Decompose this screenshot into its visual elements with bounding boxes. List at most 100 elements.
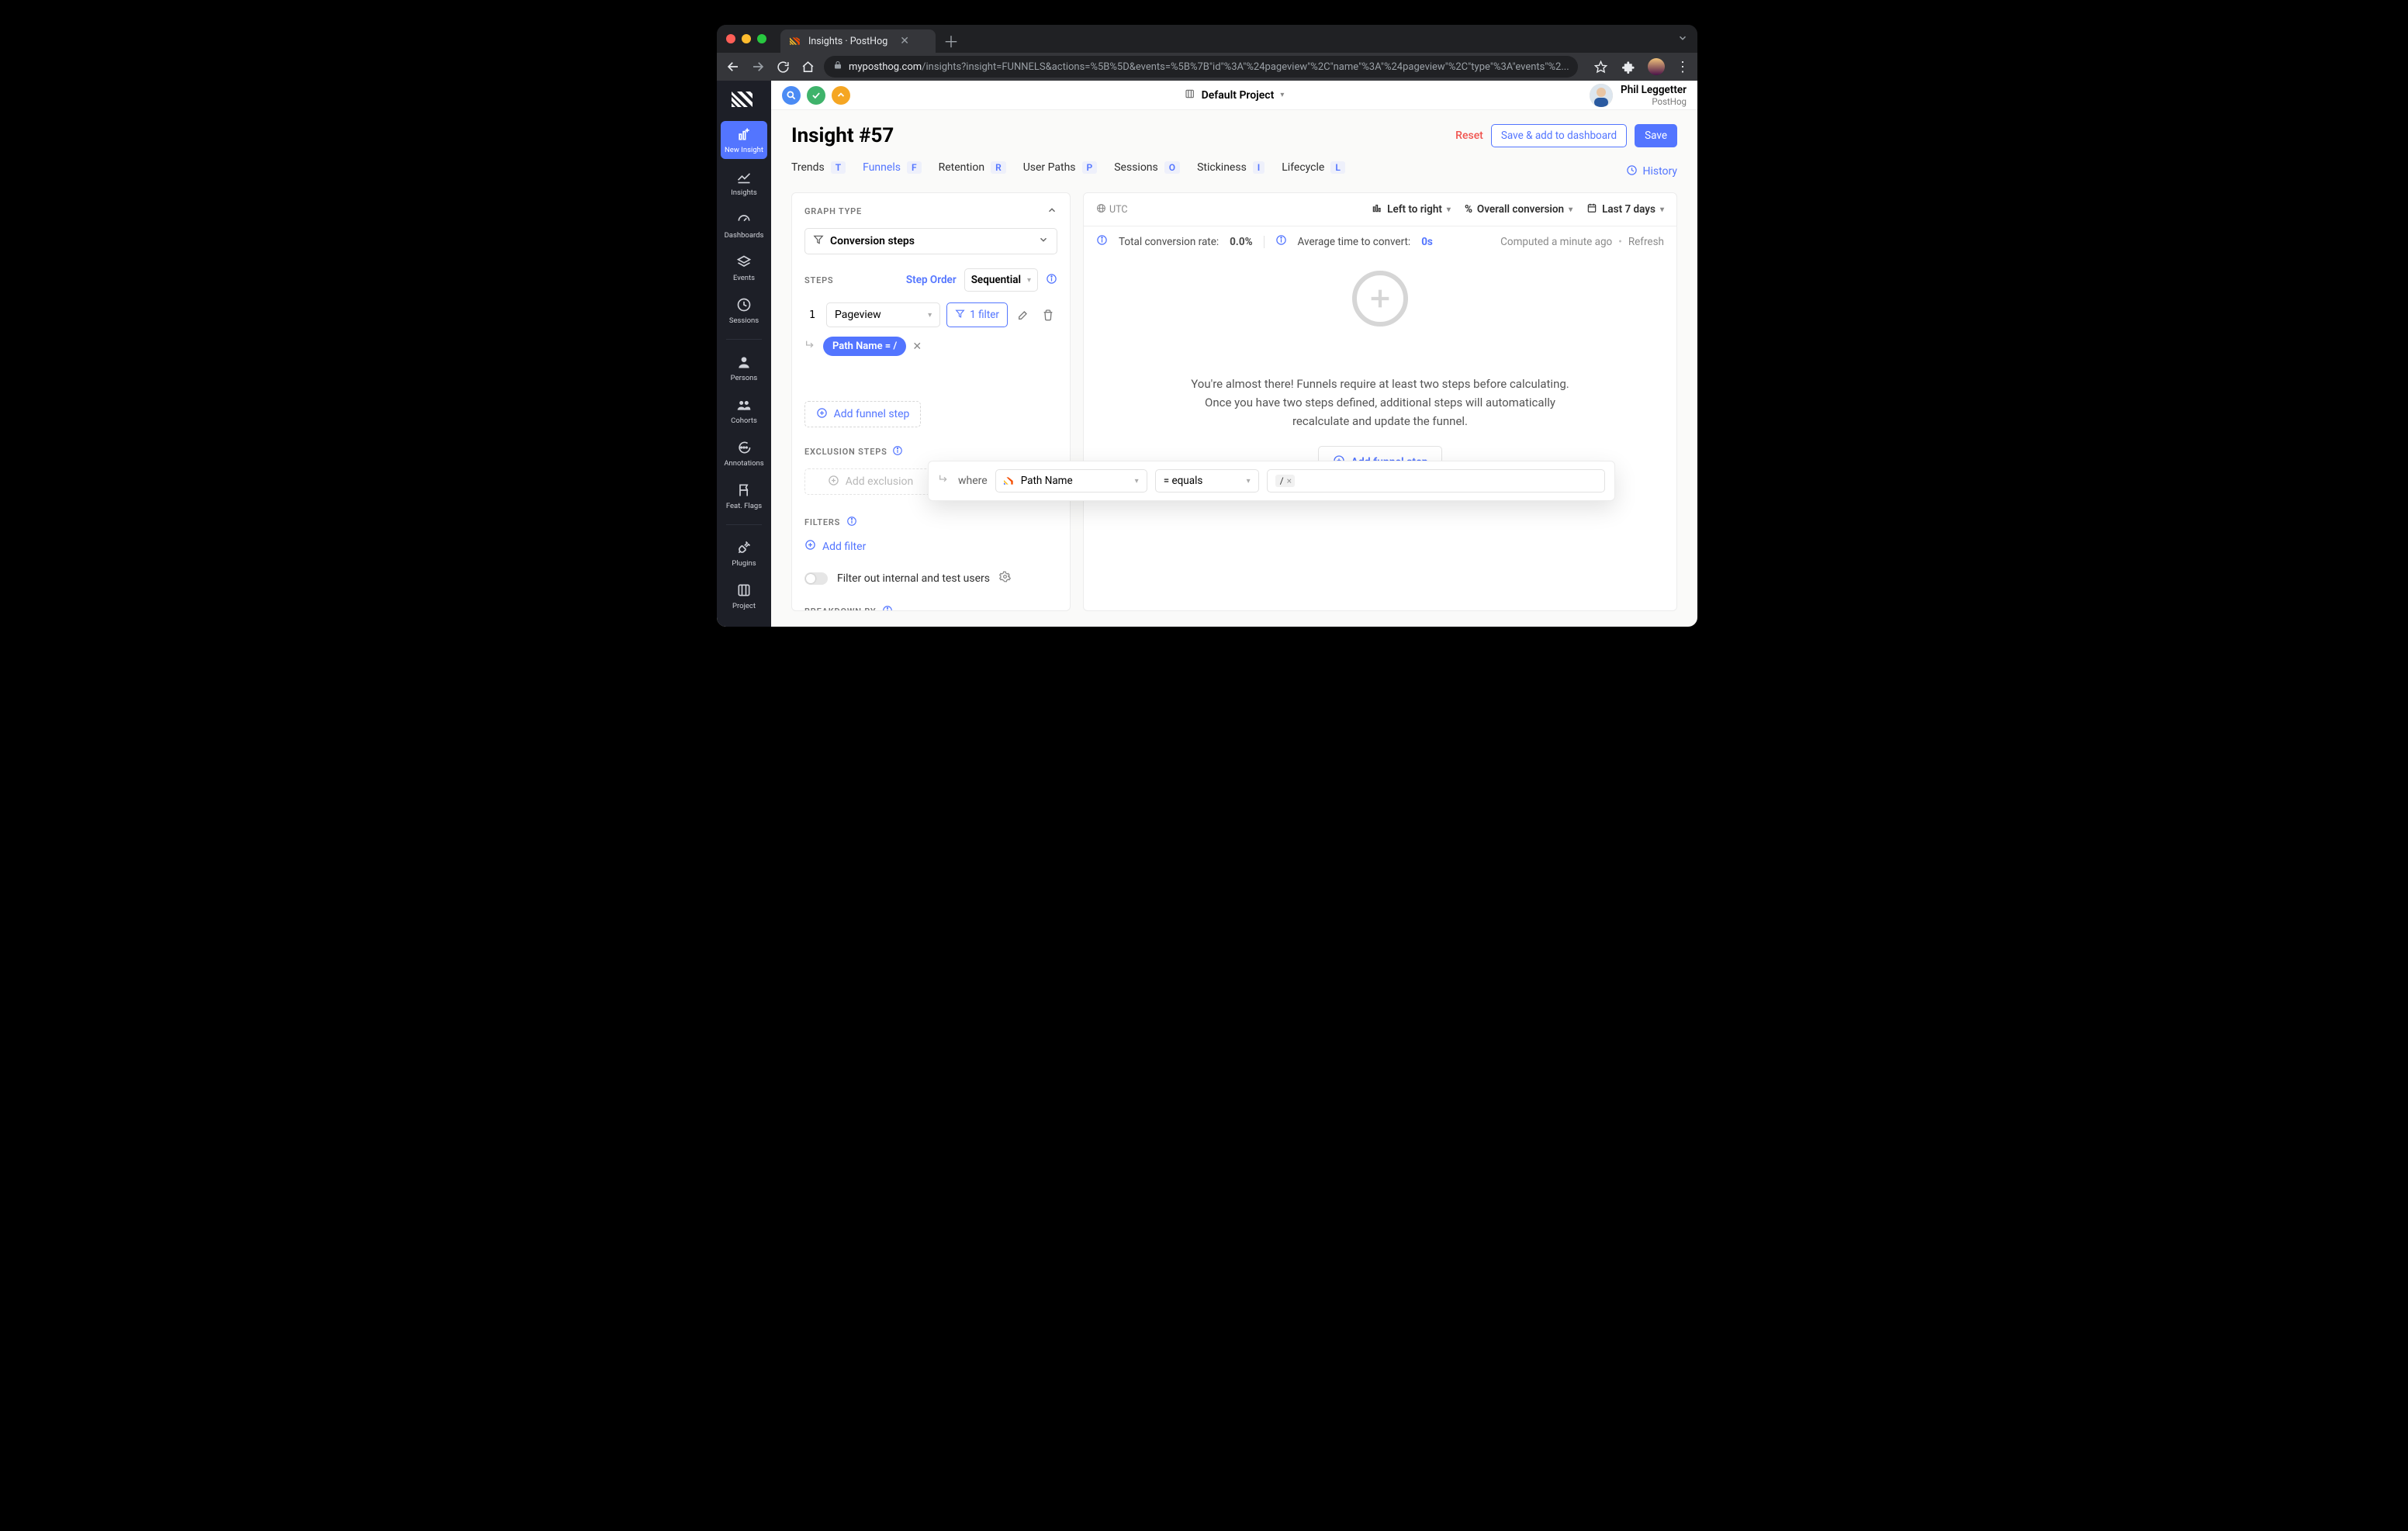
tab-hotkey: P [1082, 161, 1098, 174]
info-icon[interactable] [1046, 273, 1057, 288]
chevron-down-icon: ▾ [928, 311, 932, 320]
conversion-value: Overall conversion [1477, 203, 1564, 216]
info-icon[interactable] [846, 515, 857, 530]
tab-stickiness[interactable]: StickinessI [1197, 161, 1265, 181]
posthog-favicon-icon [790, 36, 801, 47]
tab-lifecycle[interactable]: LifecycleL [1282, 161, 1345, 181]
chevron-down-icon: ▾ [1280, 91, 1284, 99]
browser-tab[interactable]: Insights · PostHog ✕ [780, 29, 936, 53]
nav-label: Annotations [724, 459, 763, 468]
project-picker[interactable]: Default Project ▾ [1185, 88, 1285, 102]
operator-select[interactable]: = equals ▾ [1155, 469, 1259, 492]
corner-arrow-icon [804, 339, 817, 354]
tab-funnels[interactable]: FunnelsF [863, 161, 921, 181]
tab-label: User Paths [1023, 161, 1076, 174]
refresh-link[interactable]: Refresh [1628, 236, 1664, 248]
nav-feature-flags[interactable]: Feat. Flags [721, 477, 767, 515]
nav-plugins[interactable]: Plugins [721, 534, 767, 572]
nav-project[interactable]: Project [721, 577, 767, 615]
event-select[interactable]: Pageview ▾ [826, 302, 940, 327]
new-tab-button[interactable]: ＋ [943, 29, 959, 52]
nav-insights[interactable]: Insights [721, 164, 767, 202]
filter-chip[interactable]: Path Name = / [823, 337, 906, 356]
bookmark-icon[interactable] [1592, 58, 1609, 75]
gear-icon[interactable] [999, 571, 1011, 586]
forward-button[interactable] [749, 58, 766, 75]
value-token[interactable]: / × [1275, 475, 1295, 487]
delete-step-icon[interactable] [1039, 306, 1057, 324]
tab-hotkey: F [907, 161, 922, 174]
remove-value-icon[interactable]: × [1287, 475, 1292, 486]
info-icon[interactable] [882, 604, 893, 611]
add-filter-button[interactable]: Add filter [804, 539, 1057, 554]
nav-label: Persons [731, 374, 758, 382]
extensions-icon[interactable] [1620, 58, 1637, 75]
exclusion-heading: EXCLUSION STEPS [804, 447, 887, 457]
nav-label: Dashboards [725, 231, 764, 240]
posthog-icon [1004, 477, 1015, 485]
reset-button[interactable]: Reset [1455, 130, 1483, 142]
save-add-dashboard-button[interactable]: Save & add to dashboard [1491, 124, 1627, 147]
tab-trends[interactable]: TrendsT [791, 161, 846, 181]
property-select[interactable]: Path Name ▾ [995, 469, 1147, 492]
home-button[interactable] [799, 58, 816, 75]
direction-select[interactable]: Left to right ▾ [1372, 202, 1451, 216]
nav-persons[interactable]: Persons [721, 349, 767, 387]
add-funnel-step-button[interactable]: Add funnel step [804, 401, 921, 427]
board-icon [735, 582, 752, 599]
remove-filter-icon[interactable]: ✕ [912, 340, 922, 353]
app-root: New Insight Insights Dashboards Events S… [717, 81, 1697, 627]
steps-heading: STEPS [804, 275, 833, 285]
edit-step-icon[interactable] [1014, 306, 1033, 324]
board-icon [1185, 88, 1195, 102]
user-menu[interactable]: Phil Leggetter PostHog [1590, 84, 1687, 107]
posthog-logo-icon[interactable] [728, 88, 759, 110]
tab-user-paths[interactable]: User Paths P [1023, 161, 1098, 181]
clock-icon [735, 296, 752, 313]
close-tab-icon[interactable]: ✕ [900, 35, 909, 47]
value-input[interactable]: / × [1267, 469, 1605, 492]
tabs-overflow-icon[interactable] [1677, 32, 1688, 47]
browser-menu-icon[interactable]: ⋮ [1676, 59, 1690, 75]
page-wrap: Insight #57 Reset Save & add to dashboar… [771, 110, 1697, 627]
chevron-up-icon[interactable] [1047, 204, 1057, 219]
minimize-window-button[interactable] [742, 34, 751, 43]
chevron-down-icon: ▾ [1135, 477, 1139, 486]
add-exclusion-button[interactable]: Add exclusion [804, 468, 936, 495]
address-field[interactable]: myposthog.com/insights?insight=FUNNELS&a… [824, 56, 1578, 78]
toolbar-right: ⋮ [1592, 58, 1690, 75]
fullscreen-window-button[interactable] [757, 34, 766, 43]
profile-avatar-icon[interactable] [1648, 58, 1665, 75]
nav-sessions[interactable]: Sessions [721, 292, 767, 330]
property-value: Path Name [1021, 475, 1073, 487]
filter-out-toggle[interactable] [804, 572, 828, 585]
conversion-select[interactable]: % Overall conversion ▾ [1465, 203, 1572, 216]
nav-cohorts[interactable]: Cohorts [721, 392, 767, 430]
tab-label: Trends [791, 161, 825, 174]
status-left: Total conversion rate: 0.0% Average time… [1096, 234, 1433, 249]
date-range-select[interactable]: Last 7 days ▾ [1586, 202, 1664, 216]
save-button[interactable]: Save [1635, 124, 1677, 147]
step-filter-badge[interactable]: 1 filter [946, 302, 1008, 327]
step-order-select[interactable]: Sequential ▾ [964, 268, 1038, 292]
reload-button[interactable] [774, 58, 791, 75]
tab-sessions[interactable]: SessionsO [1114, 161, 1180, 181]
calendar-icon [1586, 202, 1597, 216]
nav-annotations[interactable]: Annotations [721, 434, 767, 472]
total-conv-value: 0.0% [1230, 236, 1252, 248]
history-link[interactable]: History [1626, 164, 1677, 179]
tab-retention[interactable]: RetentionR [939, 161, 1006, 181]
search-chip-button[interactable] [782, 86, 801, 105]
add-step-label: Add funnel step [834, 408, 910, 420]
close-window-button[interactable] [726, 34, 735, 43]
result-topbar: UTC Left to right ▾ % [1084, 193, 1676, 226]
nav-dashboards[interactable]: Dashboards [721, 206, 767, 244]
info-icon[interactable] [892, 444, 903, 459]
back-button[interactable] [725, 58, 742, 75]
status-ok-chip[interactable] [807, 86, 825, 105]
nav-new-insight[interactable]: New Insight [721, 121, 767, 159]
nav-events[interactable]: Events [721, 249, 767, 287]
step-order-link[interactable]: Step Order [906, 274, 957, 286]
graph-type-select[interactable]: Conversion steps [804, 228, 1057, 254]
status-up-chip[interactable] [832, 86, 850, 105]
